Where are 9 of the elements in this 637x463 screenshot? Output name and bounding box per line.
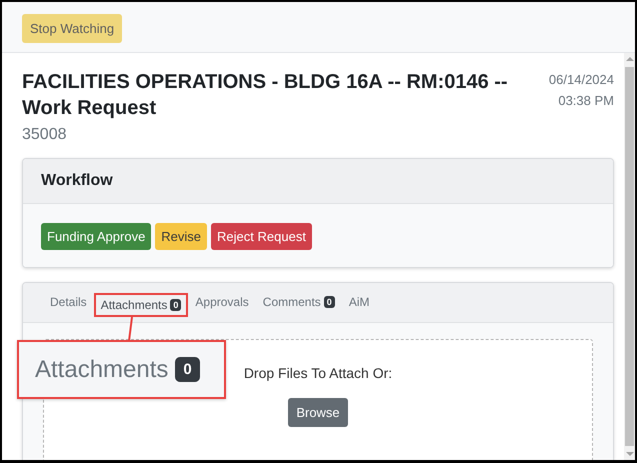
drop-prompt: Drop Files To Attach Or: bbox=[244, 365, 392, 381]
page-title: FACILITIES OPERATIONS - BLDG 16A -- RM:0146 -- Work Request bbox=[22, 70, 509, 121]
request-number: 35008 bbox=[22, 126, 68, 144]
time-text: 03:38 PM bbox=[557, 92, 614, 110]
callout-badge: 0 bbox=[175, 357, 200, 382]
card-title: Workflow bbox=[23, 159, 613, 204]
count-badge: 0 bbox=[324, 296, 335, 308]
date-text: 06/14/2024 bbox=[548, 71, 614, 89]
count-badge: 0 bbox=[170, 299, 182, 311]
